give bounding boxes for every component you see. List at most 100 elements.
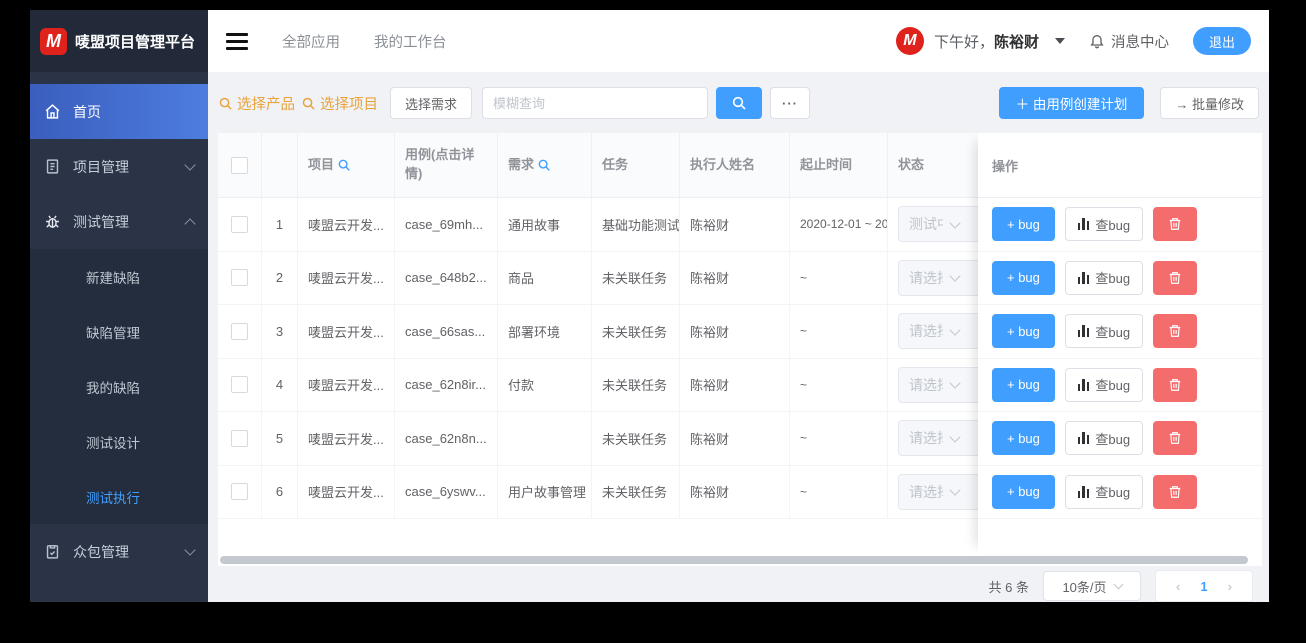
row-index: 1 bbox=[262, 198, 298, 251]
row-checkbox[interactable] bbox=[231, 483, 248, 501]
current-page-number[interactable]: 1 bbox=[1200, 579, 1207, 594]
delete-button[interactable] bbox=[1153, 474, 1198, 509]
cell-project[interactable]: 唛盟云开发... bbox=[298, 198, 395, 251]
sidebar-item-crowd-mgmt[interactable]: 众包管理 bbox=[30, 524, 208, 579]
cell-case-link[interactable]: case_69mh... bbox=[395, 198, 498, 251]
delete-button[interactable] bbox=[1153, 314, 1198, 349]
cell-case-link[interactable]: case_648b2... bbox=[395, 251, 498, 304]
row-checkbox[interactable] bbox=[231, 269, 248, 287]
nav-all-apps[interactable]: 全部应用 bbox=[282, 31, 340, 52]
select-project-link[interactable]: 选择项目 bbox=[301, 93, 378, 114]
bar-chart-icon bbox=[1077, 325, 1090, 338]
username: 陈裕财 bbox=[993, 33, 1039, 51]
view-bug-button[interactable]: 查bug bbox=[1064, 207, 1144, 242]
cell-executor: 陈裕财 bbox=[680, 465, 790, 518]
cell-project[interactable]: 唛盟云开发... bbox=[298, 305, 395, 358]
prev-page-button[interactable]: ‹ bbox=[1176, 579, 1180, 594]
row-checkbox[interactable] bbox=[231, 322, 248, 340]
scrollbar-thumb[interactable] bbox=[220, 556, 1248, 564]
sidebar-item-project-mgmt[interactable]: 项目管理 bbox=[30, 139, 208, 194]
sidebar-item-home[interactable]: 首页 bbox=[30, 84, 208, 139]
user-dropdown-icon[interactable] bbox=[1054, 38, 1065, 44]
search-icon[interactable] bbox=[537, 158, 551, 172]
cell-case-link[interactable]: case_6yswv... bbox=[395, 465, 498, 518]
add-bug-button[interactable]: + bug bbox=[992, 367, 1055, 402]
bar-chart-icon bbox=[1077, 432, 1090, 445]
cell-task: 基础功能测试 bbox=[592, 198, 680, 251]
clipboard-check-icon bbox=[46, 545, 59, 559]
row-checkbox[interactable] bbox=[231, 215, 248, 233]
sidebar-subitem-测试设计[interactable]: 测试设计 bbox=[30, 414, 208, 469]
row-select-cell bbox=[218, 305, 262, 358]
pagination-bar: 共 6 条 10条/页 ‹ 1 › bbox=[218, 566, 1259, 602]
row-select-cell bbox=[218, 251, 262, 304]
delete-button[interactable] bbox=[1153, 207, 1198, 242]
cell-executor: 陈裕财 bbox=[680, 198, 790, 251]
cell-executor: 陈裕财 bbox=[680, 358, 790, 411]
row-select-cell bbox=[218, 198, 262, 251]
search-icon bbox=[302, 97, 315, 110]
add-bug-button[interactable]: + bug bbox=[992, 207, 1055, 242]
chevron-down-icon bbox=[949, 431, 961, 443]
cell-case-link[interactable]: case_62n8n... bbox=[395, 412, 498, 465]
view-bug-button[interactable]: 查bug bbox=[1064, 314, 1144, 349]
nav-my-workbench[interactable]: 我的工作台 bbox=[374, 31, 447, 52]
sidebar-subitem-测试执行[interactable]: 测试执行 bbox=[30, 469, 208, 524]
delete-button[interactable] bbox=[1153, 260, 1198, 295]
cell-project[interactable]: 唛盟云开发... bbox=[298, 251, 395, 304]
logout-button[interactable]: 退出 bbox=[1192, 27, 1251, 55]
status-select-value: 请选择 bbox=[909, 376, 943, 393]
row-checkbox[interactable] bbox=[231, 376, 248, 394]
add-bug-button[interactable]: + bug bbox=[992, 421, 1055, 456]
add-bug-button[interactable]: + bug bbox=[992, 260, 1055, 295]
add-bug-button[interactable]: + bug bbox=[992, 314, 1055, 349]
view-bug-label: 查bug bbox=[1095, 271, 1131, 287]
select-all-checkbox[interactable] bbox=[231, 156, 248, 174]
cell-case-link[interactable]: case_62n8ir... bbox=[395, 358, 498, 411]
greeting-text: 下午好，陈裕财 bbox=[934, 31, 1039, 52]
operations-row: + bug 查bug bbox=[978, 412, 1262, 466]
cell-project[interactable]: 唛盟云开发... bbox=[298, 358, 395, 411]
view-bug-button[interactable]: 查bug bbox=[1064, 421, 1144, 456]
fuzzy-search-input[interactable] bbox=[482, 87, 709, 119]
sidebar-subitem-我的缺陷[interactable]: 我的缺陷 bbox=[30, 359, 208, 414]
row-index: 3 bbox=[262, 305, 298, 358]
cell-requirement bbox=[498, 412, 592, 465]
view-bug-label: 查bug bbox=[1095, 217, 1131, 233]
sidebar-item-test-mgmt[interactable]: 测试管理 bbox=[30, 194, 208, 249]
row-select-cell bbox=[218, 465, 262, 518]
batch-edit-button[interactable]: → 批量修改 bbox=[1160, 87, 1259, 119]
pager: ‹ 1 › bbox=[1155, 570, 1253, 602]
hamburger-menu-icon[interactable] bbox=[226, 32, 248, 50]
cell-project[interactable]: 唛盟云开发... bbox=[298, 465, 395, 518]
select-product-link[interactable]: 选择产品 bbox=[218, 93, 295, 114]
view-bug-button[interactable]: 查bug bbox=[1064, 367, 1144, 402]
next-page-button[interactable]: › bbox=[1228, 579, 1232, 594]
cell-case-link[interactable]: case_66sas... bbox=[395, 305, 498, 358]
view-bug-button[interactable]: 查bug bbox=[1064, 260, 1144, 295]
toolbar: 选择产品 选择项目 选择需求 ··· ＋ 由用例创建计划 → 批量修改 bbox=[218, 86, 1259, 120]
sidebar-subitem-缺陷管理[interactable]: 缺陷管理 bbox=[30, 304, 208, 359]
cell-executor: 陈裕财 bbox=[680, 305, 790, 358]
horizontal-scrollbar[interactable] bbox=[220, 556, 1258, 564]
sidebar-item-report[interactable]: 统计报表 bbox=[30, 591, 208, 602]
sidebar-subitem-新建缺陷[interactable]: 新建缺陷 bbox=[30, 249, 208, 304]
more-filters-button[interactable]: ··· bbox=[770, 87, 811, 119]
create-plan-from-case-button[interactable]: ＋ 由用例创建计划 bbox=[998, 87, 1145, 119]
view-bug-button[interactable]: 查bug bbox=[1064, 474, 1144, 509]
bug-icon bbox=[46, 215, 59, 228]
row-checkbox[interactable] bbox=[231, 429, 248, 447]
cell-executor: 陈裕财 bbox=[680, 251, 790, 304]
select-requirement-button[interactable]: 选择需求 bbox=[390, 87, 473, 119]
status-select-value: 请选择 bbox=[909, 430, 943, 447]
page-size-select[interactable]: 10条/页 bbox=[1043, 571, 1141, 601]
add-bug-button[interactable]: + bug bbox=[992, 474, 1055, 509]
delete-button[interactable] bbox=[1153, 421, 1198, 456]
brand-logo: M 唛盟项目管理平台 bbox=[30, 10, 208, 72]
message-center-link[interactable]: 消息中心 bbox=[1089, 31, 1169, 52]
cell-project[interactable]: 唛盟云开发... bbox=[298, 412, 395, 465]
search-icon[interactable] bbox=[337, 158, 351, 172]
search-button[interactable] bbox=[716, 87, 763, 119]
avatar[interactable]: M bbox=[895, 27, 924, 55]
delete-button[interactable] bbox=[1153, 367, 1198, 402]
